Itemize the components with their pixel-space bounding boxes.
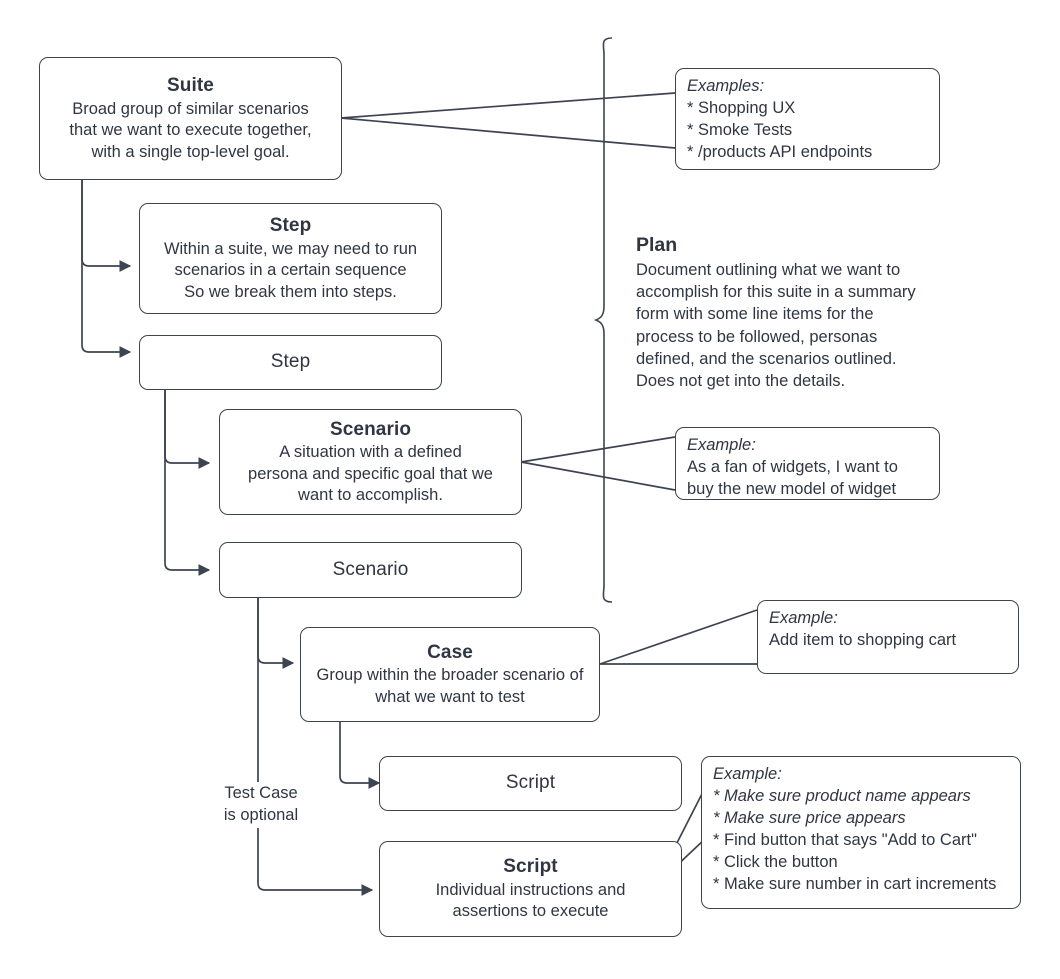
node-scenario-detailed-title: Scenario: [329, 418, 412, 440]
plan-body-line-6: Does not get into the details.: [636, 371, 846, 390]
edge-suite-to-examples-a: [340, 92, 676, 119]
callout-script-example-item-3: * Find button that says "Add to Cart": [713, 830, 977, 849]
edge-suite-to-step1: [81, 180, 132, 272]
node-suite-title: Suite: [167, 75, 214, 96]
callout-script-example-lead: Example:: [713, 765, 782, 783]
node-scenario-plain-title: Scenario: [332, 558, 409, 580]
node-script-detailed-body-line-2: assertions to execute: [452, 902, 609, 921]
node-step-detailed-title: Step: [269, 215, 312, 236]
node-script-detailed-title: Script: [503, 856, 558, 878]
callout-scenario-example-item-2: buy the new model of widget: [687, 479, 897, 498]
edge-suite-to-examples-b: [340, 117, 676, 149]
node-step-detailed-body-line-2: scenarios in a certain sequence: [174, 261, 407, 280]
node-case-body-line-2: what we want to test: [375, 687, 525, 706]
node-script-detailed-body-line-1: Individual instructions and: [435, 880, 626, 899]
edge-suite-to-step2: [81, 180, 132, 358]
node-suite[interactable]: Suite Broad group of similar scenarios t…: [39, 57, 342, 180]
node-step-plain-title: Step: [270, 351, 311, 373]
node-script-detailed[interactable]: Script Individual instructions and asser…: [379, 841, 682, 937]
plan-body-line-3: form with some line items for the: [636, 305, 874, 324]
edge-case-to-example-a: [599, 609, 758, 665]
edge-scenario-to-example-a: [520, 436, 676, 463]
callout-scenario-example[interactable]: Example: As a fan of widgets, I want to …: [675, 427, 940, 500]
edge-step2-to-scenario2: [164, 390, 211, 576]
callout-script-example-item-2: * Make sure price appears: [713, 808, 906, 827]
callout-suite-examples[interactable]: Examples: * Shopping UX * Smoke Tests * …: [675, 68, 940, 170]
plan-block: Plan Document outlining what we want to …: [636, 234, 956, 392]
plan-body-line-4: process to be followed, personas: [636, 327, 878, 346]
edge-step2-to-scenario1: [164, 390, 211, 469]
callout-case-example-item-1: Add item to shopping cart: [769, 630, 957, 649]
node-scenario-plain[interactable]: Scenario: [219, 542, 522, 598]
label-test-case-optional: Test Case is optional: [205, 782, 317, 828]
node-scenario-detailed-body-line-3: want to accomplish.: [298, 486, 443, 505]
callout-case-example-lead: Example:: [769, 609, 838, 627]
callout-suite-examples-item-1: * Shopping UX: [687, 98, 796, 117]
callout-scenario-example-item-1: As a fan of widgets, I want to: [687, 457, 898, 476]
node-suite-body-line-3: with a single top-level goal.: [91, 142, 290, 161]
callout-scenario-example-lead: Example:: [687, 436, 756, 454]
node-scenario-detailed-body-line-1: A situation with a defined: [279, 443, 462, 462]
node-scenario-detailed[interactable]: Scenario A situation with a defined pers…: [219, 409, 522, 515]
callout-script-example[interactable]: Example: * Make sure product name appear…: [701, 756, 1021, 909]
callout-suite-examples-item-2: * Smoke Tests: [687, 120, 793, 139]
node-step-detailed-body-line-1: Within a suite, we may need to run: [163, 239, 418, 258]
node-suite-body-line-2: that we want to execute together,: [69, 121, 312, 140]
callout-script-example-item-1: * Make sure product name appears: [713, 786, 971, 805]
plan-body-line-1: Document outlining what we want to: [636, 261, 901, 279]
callout-suite-examples-item-3: * /products API endpoints: [687, 142, 873, 161]
plan-body-line-5: defined, and the scenarios outlined.: [636, 349, 897, 368]
callout-suite-examples-lead: Examples:: [687, 77, 765, 95]
node-step-detailed[interactable]: Step Within a suite, we may need to run …: [139, 203, 442, 314]
node-script-plain-title: Script: [505, 772, 556, 794]
diagram-canvas: Suite Broad group of similar scenarios t…: [0, 0, 1060, 979]
plan-title: Plan: [636, 234, 678, 256]
node-case[interactable]: Case Group within the broader scenario o…: [300, 627, 600, 722]
node-suite-body-line-1: Broad group of similar scenarios: [72, 99, 309, 118]
callout-script-example-item-5: * Make sure number in cart increments: [713, 874, 997, 893]
node-step-detailed-body-line-3: So we break them into steps.: [184, 282, 397, 301]
node-case-title: Case: [427, 641, 473, 663]
plan-curly-brace: [593, 37, 613, 603]
plan-body-line-2: accomplish for this suite in a summary: [636, 283, 916, 302]
node-scenario-detailed-body-line-2: persona and specific goal that we: [248, 464, 493, 483]
edge-case-to-script1: [339, 722, 381, 789]
edge-scenario-to-example-b: [520, 461, 676, 491]
node-step-plain[interactable]: Step: [139, 335, 442, 390]
node-script-plain[interactable]: Script: [379, 756, 682, 811]
plan-body: Document outlining what we want to accom…: [636, 259, 956, 392]
callout-script-example-item-4: * Click the button: [713, 852, 838, 871]
edge-scenario2-to-case: [257, 598, 295, 669]
callout-case-example[interactable]: Example: Add item to shopping cart: [757, 600, 1019, 674]
node-case-body-line-1: Group within the broader scenario of: [316, 666, 584, 685]
